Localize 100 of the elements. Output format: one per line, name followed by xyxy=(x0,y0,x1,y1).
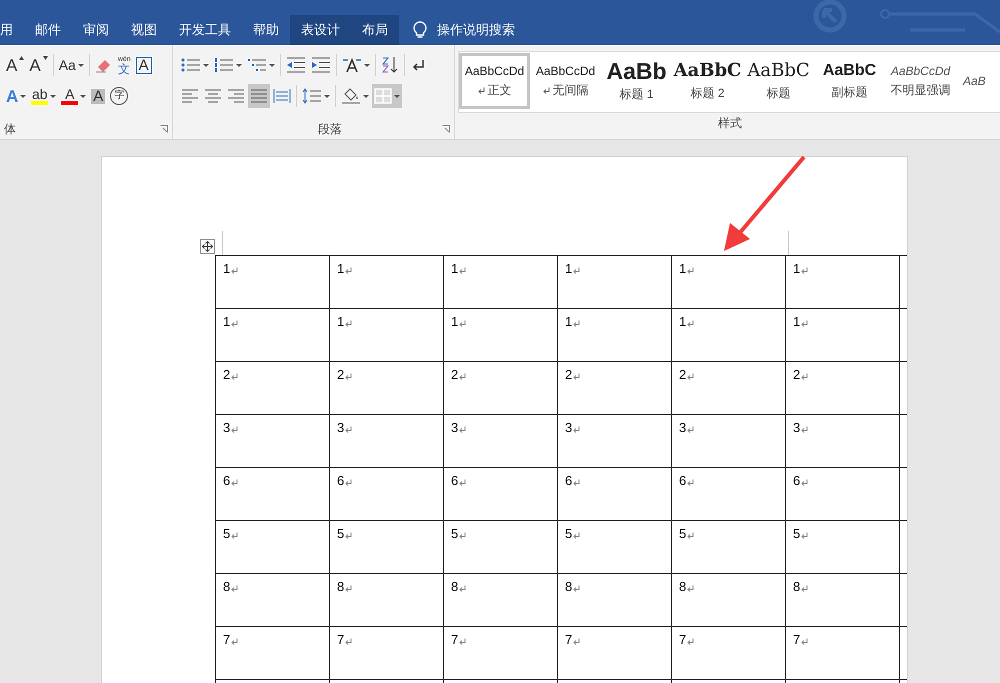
style-name: 标题 2 xyxy=(690,85,724,102)
table-cell: 2 xyxy=(329,362,443,415)
table-cell: 6 xyxy=(557,468,671,521)
style-item[interactable]: AaBbC 副标题 xyxy=(814,53,885,109)
ribbon-tab[interactable]: 布局 xyxy=(351,15,399,45)
table-cell: 1 xyxy=(443,256,557,309)
font-tool-button[interactable]: ab xyxy=(29,84,58,108)
paragraph-mark-icon xyxy=(573,373,580,380)
table-cell: 3 xyxy=(329,415,443,468)
paragraph-mark-icon xyxy=(573,426,580,433)
paragraph-mark-icon xyxy=(687,532,694,539)
group-label: 段落 xyxy=(318,120,342,138)
dialog-launcher-icon[interactable] xyxy=(442,125,450,133)
font-tool-button[interactable]: A xyxy=(4,53,26,77)
paragraph-mark-icon xyxy=(231,267,238,274)
style-item[interactable]: AaBbCcDd 无间隔 xyxy=(530,53,601,109)
style-preview: AaB xyxy=(963,74,986,88)
style-name: 不明显强调 xyxy=(890,82,950,98)
font-tool-button[interactable]: 字 xyxy=(108,84,130,108)
paragraph-mark-icon xyxy=(687,373,694,380)
paragraph-mark-icon xyxy=(687,426,694,433)
paragraph-mark-icon xyxy=(459,373,466,380)
font-tool-button[interactable]: A xyxy=(59,84,88,108)
paragraph-mark-icon xyxy=(687,479,694,486)
style-name: 标题 1 xyxy=(619,86,654,102)
ribbon-tab[interactable]: 开发工具 xyxy=(168,15,242,45)
paragraph-mark-icon xyxy=(459,267,466,274)
paragraph-mark-icon xyxy=(687,320,694,327)
table-cell: 6 xyxy=(443,468,557,521)
paragraph-mark-icon xyxy=(459,479,466,486)
paragraph-mark-icon xyxy=(231,532,238,539)
ribbon-tab[interactable]: 用 xyxy=(0,15,24,45)
style-name: 无间隔 xyxy=(542,82,588,98)
table-cell: 5 xyxy=(329,521,443,574)
style-item[interactable]: AaBbC 标题 2 xyxy=(672,53,743,109)
paragraph-mark-icon xyxy=(231,320,238,327)
group-label: 样式 xyxy=(718,114,742,132)
paragraph-mark-icon xyxy=(687,267,694,274)
table-move-handle[interactable] xyxy=(200,239,215,254)
paragraph-mark-icon xyxy=(231,373,238,380)
style-item[interactable]: AaBbCcDd 不明显强调 xyxy=(885,53,956,109)
paragraph-mark-icon xyxy=(345,267,352,274)
table-cell: 3 xyxy=(557,415,671,468)
lightbulb-icon xyxy=(413,21,427,39)
paragraph-mark-icon xyxy=(801,479,808,486)
table-cell: 7 xyxy=(557,627,671,680)
ribbon-tab[interactable]: 视图 xyxy=(120,15,168,45)
borders-grid-icon xyxy=(374,88,392,104)
numbered-list-icon xyxy=(214,57,234,73)
style-preview: AaBbCcDd xyxy=(536,64,596,78)
table-cell: 5 xyxy=(557,521,671,574)
style-preview: AaBb xyxy=(606,60,667,82)
style-item[interactable]: AaBbC 标题 xyxy=(743,53,814,109)
ribbon-tab[interactable]: 帮助 xyxy=(242,15,290,45)
move-arrows-icon xyxy=(202,241,213,252)
ribbon-tab[interactable]: 审阅 xyxy=(72,15,120,45)
paragraph-mark-icon xyxy=(345,373,352,380)
ribbon-tab[interactable]: 邮件 xyxy=(24,15,72,45)
paragraph-mark-icon xyxy=(687,585,694,592)
table-cell: 1 xyxy=(443,309,557,362)
table-cell: 3 xyxy=(785,415,899,468)
paragraph-mark-icon xyxy=(801,320,808,327)
style-name: 标题 xyxy=(766,85,790,102)
paragraph-mark-icon xyxy=(801,373,808,380)
paragraph-mark-icon xyxy=(687,638,694,645)
table-cell: 6 xyxy=(785,468,899,521)
tell-me-search[interactable]: 操作说明搜索 xyxy=(413,15,515,45)
table-cell: 5 xyxy=(785,521,899,574)
increase-indent-icon xyxy=(311,57,331,73)
decrease-indent-icon xyxy=(286,57,306,73)
table-cell: 2 xyxy=(557,362,671,415)
style-name: 副标题 xyxy=(832,84,868,100)
table-cell: 1 xyxy=(215,309,329,362)
table-cell: 1 xyxy=(557,309,671,362)
caret-icon xyxy=(42,56,48,60)
style-item[interactable]: AaBb 标题 1 xyxy=(601,53,672,109)
font-tool-button[interactable]: A xyxy=(4,84,28,108)
dialog-launcher-icon[interactable] xyxy=(160,125,168,133)
table-cell: 6 xyxy=(329,468,443,521)
table-cell: 1 xyxy=(215,256,329,309)
font-tool-button[interactable]: Aa xyxy=(56,53,86,77)
paragraph-mark-icon xyxy=(345,532,352,539)
distributed-align-icon xyxy=(273,88,291,104)
style-item[interactable]: AaB xyxy=(956,53,1000,109)
font-tool-button[interactable]: A xyxy=(27,53,50,77)
style-preview: AaBbC xyxy=(747,60,810,81)
paragraph-mark-icon xyxy=(345,585,352,592)
paragraph-mark-icon xyxy=(459,638,466,645)
group-label: 体 xyxy=(4,120,16,138)
table-cell: 7 xyxy=(329,627,443,680)
ribbon-tab[interactable]: 表设计 xyxy=(290,15,351,45)
table-cell: 1 xyxy=(785,256,899,309)
style-preview: AaBbC xyxy=(822,62,876,80)
paragraph-mark-icon xyxy=(231,638,238,645)
style-item[interactable]: AaBbCcDd 正文 xyxy=(459,53,530,109)
table-cell: 1 xyxy=(329,256,443,309)
table-cell: 3 xyxy=(671,415,785,468)
paragraph-mark-icon xyxy=(573,267,580,274)
font-tool-button[interactable]: A xyxy=(89,84,108,108)
table-cell: 7 xyxy=(215,627,329,680)
